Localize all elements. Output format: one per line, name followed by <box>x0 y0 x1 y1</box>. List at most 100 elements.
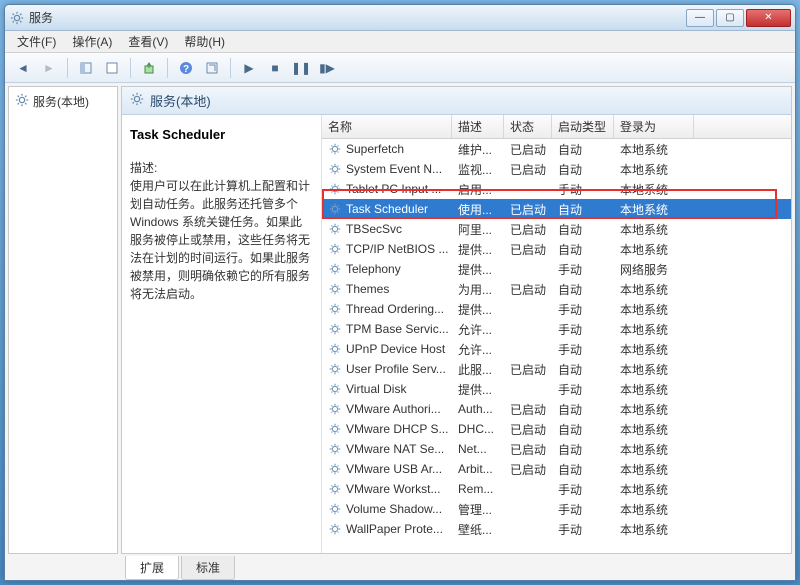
cell-logon: 本地系统 <box>614 341 694 358</box>
table-row[interactable]: TCP/IP NetBIOS ...提供...已启动自动本地系统 <box>322 239 791 259</box>
table-row[interactable]: Tablet PC Input ...启用...手动本地系统 <box>322 179 791 199</box>
toolbar: ◄ ► ? ▶ ■ ❚❚ ▮▶ <box>5 53 795 83</box>
service-gear-icon <box>328 442 342 456</box>
menu-file[interactable]: 文件(F) <box>9 31 64 52</box>
start-button[interactable]: ▶ <box>237 56 261 80</box>
table-row[interactable]: VMware USB Ar...Arbit...已启动自动本地系统 <box>322 459 791 479</box>
col-header-logon[interactable]: 登录为 <box>614 115 694 138</box>
cell-logon: 本地系统 <box>614 421 694 438</box>
menu-help[interactable]: 帮助(H) <box>176 31 233 52</box>
cell-name: Volume Shadow... <box>346 502 442 516</box>
cell-name: Superfetch <box>346 142 404 156</box>
help-button[interactable]: ? <box>174 56 198 80</box>
cell-logon: 本地系统 <box>614 241 694 258</box>
cell-logon: 本地系统 <box>614 281 694 298</box>
tab-extended[interactable]: 扩展 <box>125 556 179 580</box>
table-row[interactable]: UPnP Device Host允许...手动本地系统 <box>322 339 791 359</box>
properties-button[interactable] <box>100 56 124 80</box>
table-row[interactable]: System Event N...监视...已启动自动本地系统 <box>322 159 791 179</box>
export-button[interactable] <box>137 56 161 80</box>
cell-desc: DHC... <box>452 422 504 436</box>
table-row[interactable]: Task Scheduler使用...已启动自动本地系统 <box>322 199 791 219</box>
table-row[interactable]: VMware Authori...Auth...已启动自动本地系统 <box>322 399 791 419</box>
tab-standard[interactable]: 标准 <box>181 556 235 580</box>
cell-startup: 手动 <box>552 481 614 498</box>
cell-logon: 本地系统 <box>614 501 694 518</box>
tree-pane: 服务(本地) <box>8 86 118 554</box>
tree-root-item[interactable]: 服务(本地) <box>13 91 113 112</box>
right-pane-header: 服务(本地) <box>122 87 791 115</box>
forward-button[interactable]: ► <box>37 56 61 80</box>
cell-desc: 启用... <box>452 181 504 198</box>
cell-name: System Event N... <box>346 162 442 176</box>
table-row[interactable]: TBSecSvc阿里...已启动自动本地系统 <box>322 219 791 239</box>
table-row[interactable]: WallPaper Prote...壁纸...手动本地系统 <box>322 519 791 539</box>
svg-text:?: ? <box>183 64 189 75</box>
stop-button[interactable]: ■ <box>263 56 287 80</box>
cell-desc: 提供... <box>452 301 504 318</box>
refresh-button[interactable] <box>200 56 224 80</box>
col-header-desc[interactable]: 描述 <box>452 115 504 138</box>
tree-root-label: 服务(本地) <box>33 93 89 110</box>
cell-name: WallPaper Prote... <box>346 522 443 536</box>
cell-name: Virtual Disk <box>346 382 406 396</box>
cell-desc: 此服... <box>452 361 504 378</box>
cell-logon: 本地系统 <box>614 321 694 338</box>
col-header-name[interactable]: 名称 <box>322 115 452 138</box>
cell-logon: 本地系统 <box>614 221 694 238</box>
show-hide-tree-button[interactable] <box>74 56 98 80</box>
back-button[interactable]: ◄ <box>11 56 35 80</box>
cell-status: 已启动 <box>504 281 552 298</box>
cell-status: 已启动 <box>504 161 552 178</box>
cell-startup: 自动 <box>552 241 614 258</box>
table-row[interactable]: User Profile Serv...此服...已启动自动本地系统 <box>322 359 791 379</box>
cell-startup: 自动 <box>552 221 614 238</box>
cell-logon: 本地系统 <box>614 361 694 378</box>
titlebar[interactable]: 服务 — ▢ ✕ <box>5 5 795 31</box>
services-window: 服务 — ▢ ✕ 文件(F) 操作(A) 查看(V) 帮助(H) ◄ ► ? ▶… <box>4 4 796 581</box>
menu-action[interactable]: 操作(A) <box>64 31 120 52</box>
table-row[interactable]: Volume Shadow... 管理... 手动本地系统 <box>322 499 791 519</box>
cell-desc: Net... <box>452 442 504 456</box>
table-row[interactable]: Telephony提供...手动网络服务 <box>322 259 791 279</box>
menu-view[interactable]: 查看(V) <box>120 31 176 52</box>
detail-pane: Task Scheduler 描述: 使用户可以在此计算机上配置和计划自动任务。… <box>122 115 322 553</box>
cell-logon: 本地系统 <box>614 181 694 198</box>
cell-status: 已启动 <box>504 221 552 238</box>
col-header-status[interactable]: 状态 <box>504 115 552 138</box>
service-gear-icon <box>328 422 342 436</box>
maximize-button[interactable]: ▢ <box>716 9 744 27</box>
menubar: 文件(F) 操作(A) 查看(V) 帮助(H) <box>5 31 795 53</box>
cell-startup: 自动 <box>552 401 614 418</box>
table-row[interactable]: VMware Workst...Rem...手动本地系统 <box>322 479 791 499</box>
cell-name: VMware DHCP S... <box>346 422 448 436</box>
list-header: 名称 描述 状态 启动类型 登录为 <box>322 115 791 139</box>
table-row[interactable]: Thread Ordering...提供...手动本地系统 <box>322 299 791 319</box>
cell-logon: 本地系统 <box>614 521 694 538</box>
pause-button[interactable]: ❚❚ <box>289 56 313 80</box>
list-body[interactable]: Superfetch维护...已启动自动本地系统System Event N..… <box>322 139 791 553</box>
cell-startup: 手动 <box>552 501 614 518</box>
service-gear-icon <box>328 162 342 176</box>
table-row[interactable]: VMware DHCP S...DHC...已启动自动本地系统 <box>322 419 791 439</box>
service-gear-icon <box>328 182 342 196</box>
table-row[interactable]: Superfetch维护...已启动自动本地系统 <box>322 139 791 159</box>
minimize-button[interactable]: — <box>686 9 714 27</box>
table-row[interactable]: VMware NAT Se...Net...已启动自动本地系统 <box>322 439 791 459</box>
close-button[interactable]: ✕ <box>746 9 791 27</box>
table-row[interactable]: Themes为用...已启动自动本地系统 <box>322 279 791 299</box>
service-gear-icon <box>328 342 342 356</box>
list-pane: 名称 描述 状态 启动类型 登录为 Superfetch维护...已启动自动本地… <box>322 115 791 553</box>
col-header-startup[interactable]: 启动类型 <box>552 115 614 138</box>
table-row[interactable]: Virtual Disk提供...手动本地系统 <box>322 379 791 399</box>
cell-desc: 管理... <box>452 501 504 518</box>
cell-desc: 提供... <box>452 241 504 258</box>
cell-name: Tablet PC Input ... <box>346 182 441 196</box>
cell-desc: 提供... <box>452 261 504 278</box>
restart-button[interactable]: ▮▶ <box>315 56 339 80</box>
detail-title: Task Scheduler <box>130 125 313 145</box>
cell-startup: 自动 <box>552 361 614 378</box>
table-row[interactable]: TPM Base Servic...允许...手动本地系统 <box>322 319 791 339</box>
app-gear-icon <box>9 10 25 26</box>
cell-name: TPM Base Servic... <box>346 322 449 336</box>
